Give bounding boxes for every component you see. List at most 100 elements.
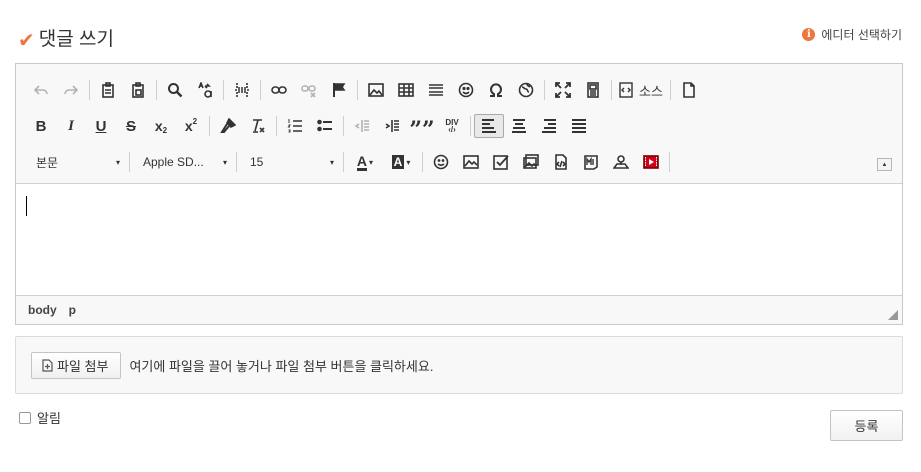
separator bbox=[89, 80, 90, 100]
collapse-toolbar-button[interactable]: ▲ bbox=[877, 158, 892, 171]
separator bbox=[156, 80, 157, 100]
superscript-button[interactable]: x2 bbox=[176, 114, 206, 138]
remove-format-icon[interactable] bbox=[243, 114, 273, 138]
image-icon[interactable] bbox=[361, 78, 391, 102]
separator bbox=[669, 80, 671, 100]
notify-label: 알림 bbox=[37, 411, 61, 426]
separator bbox=[669, 152, 670, 172]
special-char-icon[interactable] bbox=[481, 78, 511, 102]
image-gallery-icon[interactable] bbox=[516, 150, 546, 174]
find-icon[interactable] bbox=[160, 78, 190, 102]
background-color-button[interactable]: A ▾ bbox=[383, 150, 419, 174]
separator bbox=[260, 80, 261, 100]
submit-button[interactable]: 등록 bbox=[830, 410, 903, 441]
attach-file-label: 파일 첨부 bbox=[57, 358, 109, 374]
align-right-icon[interactable] bbox=[534, 114, 564, 138]
separator bbox=[343, 152, 344, 172]
anchor-icon[interactable] bbox=[324, 78, 354, 102]
horizontal-rule-icon[interactable] bbox=[421, 78, 451, 102]
chevron-down-icon: ▾ bbox=[222, 157, 227, 167]
iframe-icon[interactable] bbox=[511, 78, 541, 102]
resize-handle-icon[interactable] bbox=[888, 310, 898, 320]
show-blocks-icon[interactable] bbox=[578, 78, 608, 102]
video-icon[interactable] bbox=[636, 150, 666, 174]
toolbar-row-1: 소스 bbox=[26, 72, 902, 108]
map-pin-icon[interactable] bbox=[606, 150, 636, 174]
separator bbox=[544, 80, 545, 100]
info-icon: i bbox=[802, 28, 816, 41]
underline-button[interactable]: U bbox=[86, 114, 116, 138]
editor-content-area[interactable] bbox=[16, 184, 902, 295]
page-title: 댓글 쓰기 bbox=[38, 29, 114, 50]
element-path-body[interactable]: body bbox=[28, 303, 57, 317]
numbered-list-icon[interactable] bbox=[280, 114, 310, 138]
bold-button[interactable]: B bbox=[26, 114, 56, 138]
emoji-icon[interactable] bbox=[451, 78, 481, 102]
redo-icon[interactable] bbox=[56, 78, 86, 102]
file-attach-area[interactable]: 파일 첨부 여기에 파일을 끌어 놓거나 파일 첨부 버튼을 클릭하세요. bbox=[15, 336, 903, 394]
element-path-p[interactable]: p bbox=[69, 303, 76, 317]
checkmark-icon: ✔ bbox=[18, 29, 35, 52]
source-icon bbox=[619, 82, 633, 98]
page-break-icon[interactable] bbox=[227, 78, 257, 102]
toolbar-row-2: B I U S x2 x2 ”” DIV ‹/› bbox=[26, 108, 902, 144]
size-dropdown[interactable]: 15 ▾ bbox=[240, 150, 340, 174]
code-file-icon[interactable] bbox=[546, 150, 576, 174]
chevron-down-icon: ▾ bbox=[329, 157, 334, 167]
separator bbox=[223, 80, 224, 100]
editor-select-label: 에디터 선택하기 bbox=[821, 28, 902, 42]
subscript-index: 2 bbox=[162, 125, 168, 135]
font-dropdown-value: Apple SD... bbox=[143, 155, 204, 169]
text-color-button[interactable]: A ▾ bbox=[347, 150, 383, 174]
undo-icon[interactable] bbox=[26, 78, 56, 102]
align-left-icon[interactable] bbox=[474, 114, 504, 138]
format-dropdown[interactable]: 본문 ▾ bbox=[26, 150, 126, 174]
strikethrough-button[interactable]: S bbox=[116, 114, 146, 138]
editor-toolbar: 소스 B I U S x2 x2 ”” DIV ‹/› 본문 ▾ Apple S… bbox=[16, 64, 902, 184]
align-justify-icon[interactable] bbox=[564, 114, 594, 138]
separator bbox=[236, 152, 237, 172]
text-caret bbox=[26, 196, 27, 216]
link-icon[interactable] bbox=[264, 78, 294, 102]
italic-button[interactable]: I bbox=[56, 114, 86, 138]
checkbox-icon[interactable] bbox=[486, 150, 516, 174]
separator bbox=[276, 116, 277, 136]
create-div-button[interactable]: DIV ‹/› bbox=[437, 114, 467, 138]
editor-select-link[interactable]: i 에디터 선택하기 bbox=[802, 26, 902, 43]
new-page-icon[interactable] bbox=[674, 78, 704, 102]
separator bbox=[343, 116, 344, 136]
blockquote-button[interactable]: ”” bbox=[407, 114, 437, 141]
chevron-down-icon: ▾ bbox=[406, 157, 411, 167]
copy-format-icon[interactable] bbox=[213, 114, 243, 138]
separator bbox=[611, 80, 612, 100]
text-color-glyph: A bbox=[356, 152, 368, 171]
align-center-icon[interactable] bbox=[504, 114, 534, 138]
font-dropdown[interactable]: Apple SD... ▾ bbox=[133, 150, 233, 174]
replace-icon[interactable] bbox=[190, 78, 220, 102]
separator bbox=[209, 116, 210, 136]
insert-image-icon[interactable] bbox=[456, 150, 486, 174]
indent-icon[interactable] bbox=[377, 114, 407, 138]
subscript-button[interactable]: x2 bbox=[146, 114, 176, 138]
bulleted-list-icon[interactable] bbox=[310, 114, 340, 138]
editor-statusbar: body p bbox=[16, 295, 902, 324]
notify-checkbox[interactable] bbox=[19, 411, 31, 424]
smiley-icon[interactable] bbox=[426, 150, 456, 174]
paste-word-icon[interactable] bbox=[123, 78, 153, 102]
superscript-index: 2 bbox=[192, 116, 198, 126]
table-icon[interactable] bbox=[391, 78, 421, 102]
markdown-icon[interactable] bbox=[576, 150, 606, 174]
paste-icon[interactable] bbox=[93, 78, 123, 102]
size-dropdown-value: 15 bbox=[250, 155, 264, 169]
superscript-glyph: x bbox=[184, 118, 193, 134]
separator bbox=[470, 116, 471, 136]
source-button[interactable]: 소스 bbox=[615, 78, 667, 102]
separator bbox=[357, 80, 358, 100]
unlink-icon[interactable] bbox=[294, 78, 324, 102]
maximize-icon[interactable] bbox=[548, 78, 578, 102]
comment-header: ✔ 댓글 쓰기 bbox=[18, 24, 114, 51]
subscript-glyph: x bbox=[154, 118, 163, 134]
attach-file-button[interactable]: 파일 첨부 bbox=[31, 351, 122, 379]
outdent-icon[interactable] bbox=[347, 114, 377, 138]
format-dropdown-value: 본문 bbox=[36, 155, 59, 170]
